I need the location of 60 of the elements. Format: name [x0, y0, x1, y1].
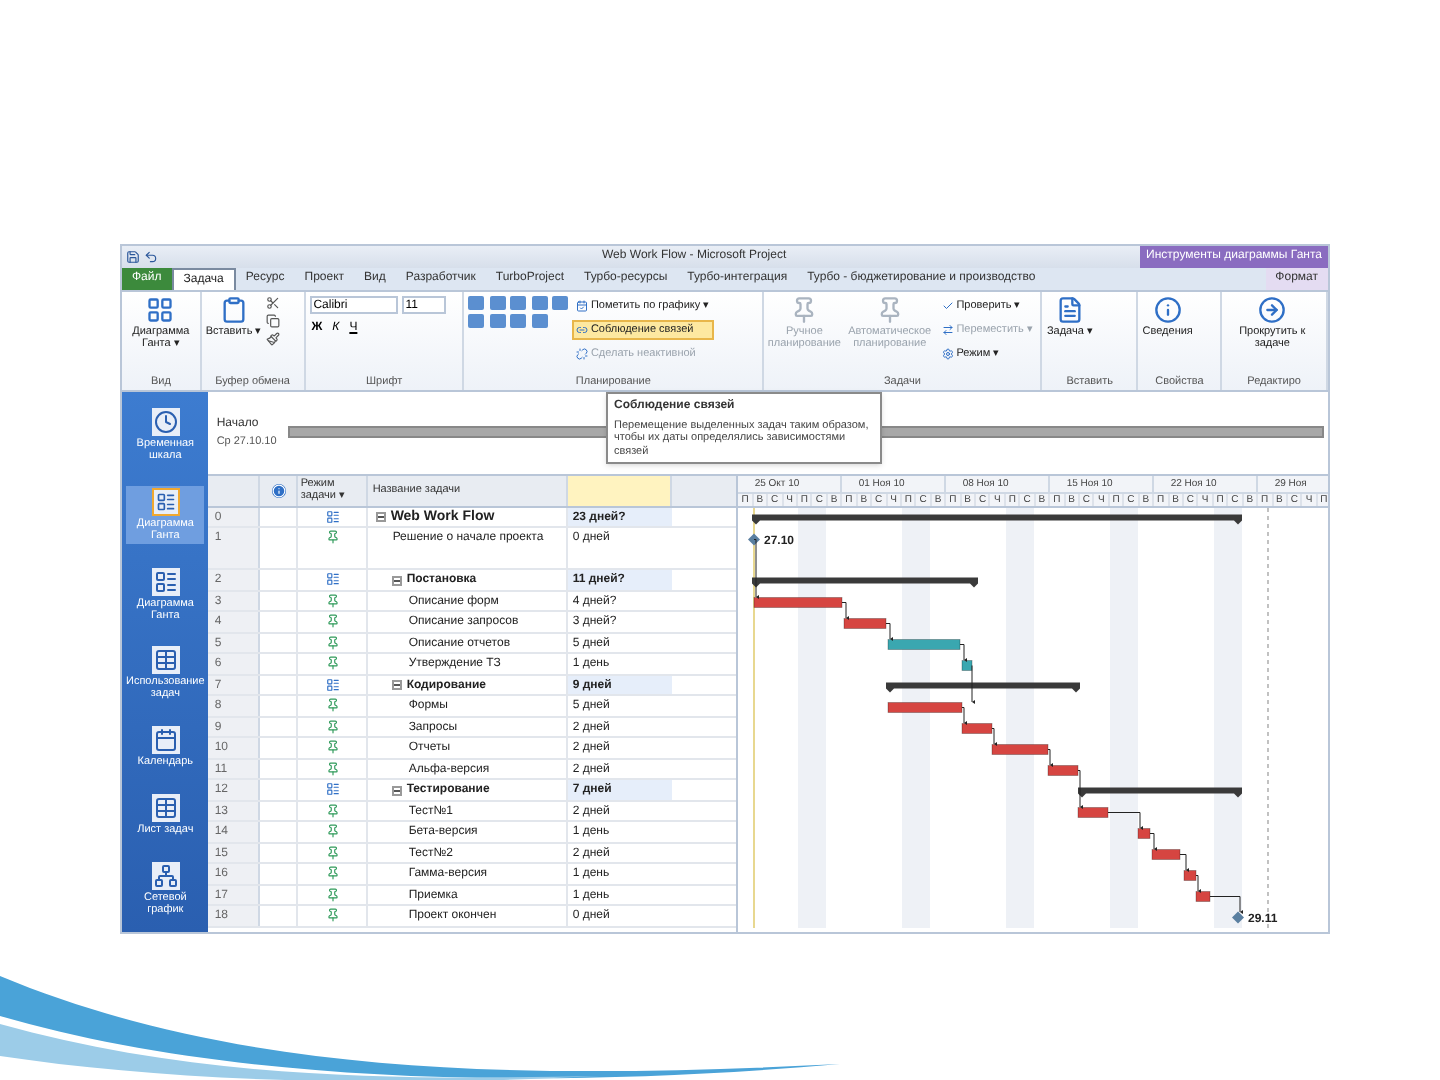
- pin-icon: [325, 698, 340, 713]
- scissors-icon[interactable]: [265, 295, 280, 310]
- pin-icon: [325, 614, 340, 629]
- collapse-toggle[interactable]: [392, 680, 403, 691]
- collapse-toggle[interactable]: [376, 512, 387, 523]
- gear-icon: [942, 347, 955, 360]
- calendar-icon: [151, 726, 180, 755]
- info-icon: [1153, 295, 1182, 324]
- dependency-arrow: [1048, 748, 1054, 767]
- info-icon: [271, 483, 286, 498]
- dependency-arrow: [1108, 811, 1144, 830]
- dependency-arrow: [1150, 832, 1158, 851]
- summary-mode-icon: [325, 509, 340, 524]
- dependency-arrow: [1210, 895, 1244, 914]
- pin-icon: [325, 824, 340, 839]
- list-icon: [151, 487, 180, 516]
- pin-icon: [325, 530, 340, 545]
- dependency-arrow: [972, 664, 976, 704]
- copy-icon[interactable]: [265, 313, 280, 328]
- summary-mode-icon: [325, 782, 340, 797]
- collapse-toggle[interactable]: [392, 785, 403, 796]
- pin-icon: [325, 845, 340, 860]
- pin-icon: [325, 908, 340, 923]
- dependency-arrow: [960, 643, 968, 662]
- collapse-toggle[interactable]: [392, 575, 403, 586]
- pin-icon: [325, 635, 340, 650]
- pin-icon: [325, 866, 340, 881]
- clipboard-icon: [219, 295, 248, 324]
- pin-icon: [790, 295, 819, 324]
- list-icon: [151, 567, 180, 596]
- table-icon: [151, 646, 180, 675]
- pin-icon: [325, 803, 340, 818]
- grid-icon: [146, 295, 175, 324]
- dependency-arrow: [1078, 769, 1084, 809]
- calendar-check-icon: [576, 299, 589, 312]
- unlink-icon: [576, 347, 589, 360]
- check-icon: [942, 299, 955, 312]
- dependency-arrow: [886, 622, 894, 641]
- dependency-arrow: [842, 601, 850, 620]
- summary-mode-icon: [325, 572, 340, 587]
- paintbrush-icon[interactable]: [265, 331, 280, 346]
- network-icon: [151, 861, 180, 890]
- pin-icon: [325, 656, 340, 671]
- clock-icon: [151, 408, 180, 437]
- dependency-arrow: [962, 706, 968, 725]
- pin-icon: [875, 295, 904, 324]
- pin-icon: [325, 593, 340, 608]
- pin-icon: [325, 761, 340, 776]
- link-icon: [576, 323, 589, 336]
- pin-icon: [325, 887, 340, 902]
- document-icon: [1055, 295, 1084, 324]
- save-icon[interactable]: [126, 249, 140, 264]
- dependency-arrow: [754, 538, 760, 599]
- dependency-arrow: [992, 727, 998, 746]
- pin-icon: [325, 719, 340, 734]
- arrows-icon: [942, 323, 955, 336]
- table-icon: [151, 793, 180, 822]
- undo-icon[interactable]: [144, 249, 158, 264]
- summary-mode-icon: [325, 677, 340, 692]
- pin-icon: [325, 740, 340, 755]
